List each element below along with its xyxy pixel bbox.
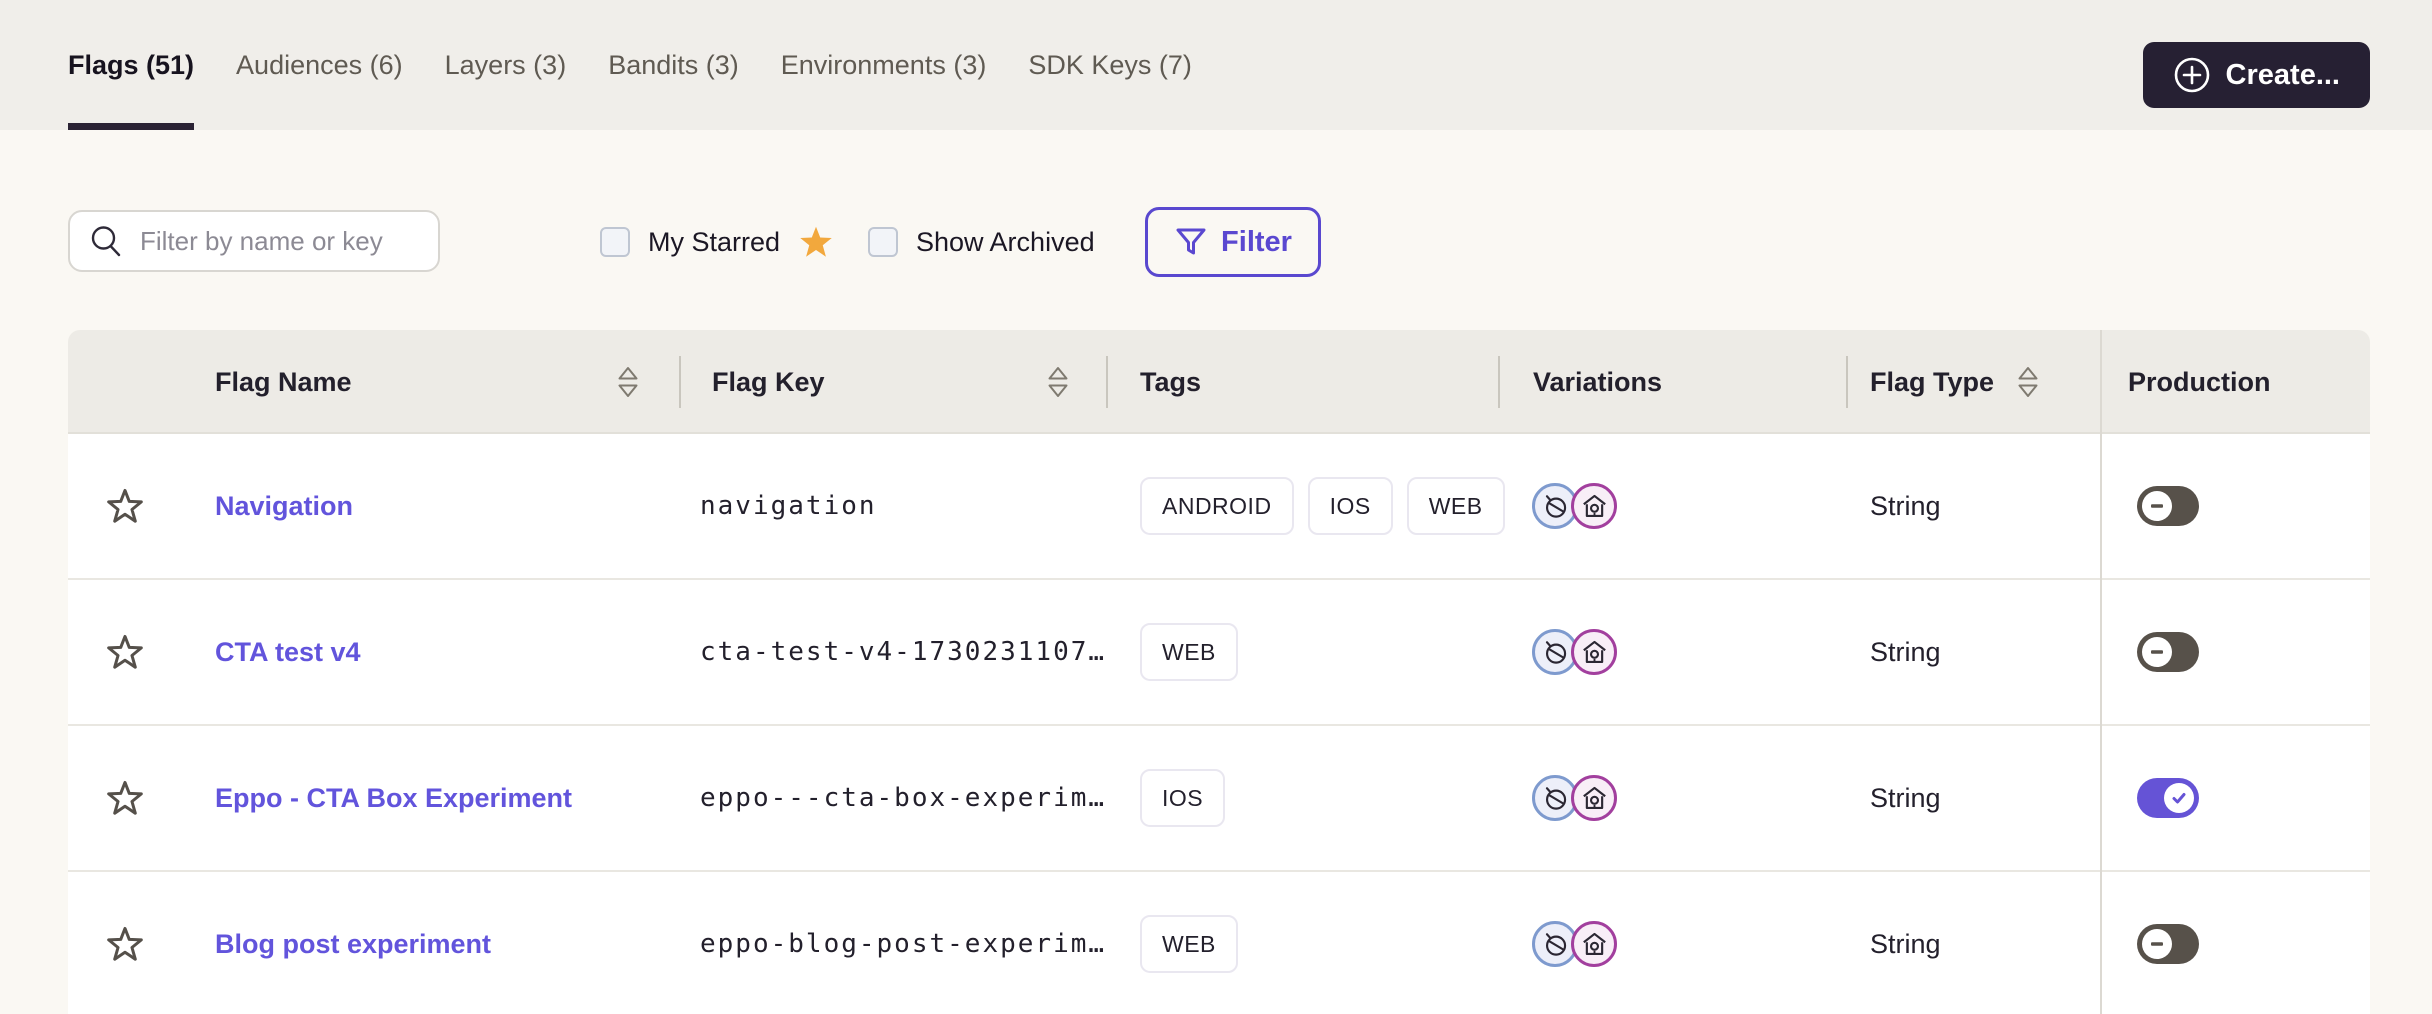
my-starred-label: My Starred xyxy=(648,227,780,258)
plus-circle-icon xyxy=(2173,56,2211,94)
flags-page: Flags (51) Audiences (6) Layers (3) Band… xyxy=(0,0,2432,1014)
table-row[interactable]: Eppo - CTA Box Experiment eppo---cta-box… xyxy=(68,726,2370,872)
show-archived-label: Show Archived xyxy=(916,227,1095,258)
production-toggle[interactable] xyxy=(2137,632,2199,672)
tab-bandits[interactable]: Bandits (3) xyxy=(608,0,739,130)
flag-type: String xyxy=(1870,491,1941,522)
filter-button[interactable]: Filter xyxy=(1145,207,1321,277)
sort-icon-flag-key[interactable] xyxy=(1046,365,1070,399)
sort-icon-flag-name[interactable] xyxy=(616,365,640,399)
column-header-tags: Tags xyxy=(1140,330,1201,434)
search-box xyxy=(68,210,440,272)
tag-chip: ANDROID xyxy=(1140,477,1294,535)
toggle-knob xyxy=(2142,491,2172,521)
create-button[interactable]: Create... xyxy=(2143,42,2370,108)
flag-name-link[interactable]: Eppo - CTA Box Experiment xyxy=(215,783,572,814)
column-header-production: Production xyxy=(2128,330,2271,434)
star-toggle[interactable] xyxy=(106,580,144,724)
flag-type: String xyxy=(1870,783,1941,814)
column-header-flag-key: Flag Key xyxy=(712,330,825,434)
flag-key: cta-test-v4-1730231107… xyxy=(700,637,1106,667)
tag-chip: WEB xyxy=(1407,477,1505,535)
variation-badges xyxy=(1532,629,1617,675)
tab-layers[interactable]: Layers (3) xyxy=(445,0,567,130)
birdhouse-variation-icon xyxy=(1571,629,1617,675)
flag-type: String xyxy=(1870,929,1941,960)
sort-icon-flag-type[interactable] xyxy=(2016,365,2040,399)
header-divider xyxy=(1498,356,1500,408)
star-toggle[interactable] xyxy=(106,434,144,578)
variation-badges xyxy=(1532,921,1617,967)
column-header-variations: Variations xyxy=(1533,330,1662,434)
my-starred-filter[interactable]: My Starred xyxy=(600,222,834,262)
tag-chip: WEB xyxy=(1140,915,1238,973)
flag-key: eppo-blog-post-experim… xyxy=(700,929,1106,959)
toggle-knob xyxy=(2142,637,2172,667)
show-archived-checkbox[interactable] xyxy=(868,227,898,257)
table-row[interactable]: Navigation navigation ANDROID IOS WEB xyxy=(68,434,2370,580)
variation-badges xyxy=(1532,483,1617,529)
search-icon xyxy=(88,223,124,259)
flag-name-link[interactable]: Navigation xyxy=(215,491,353,522)
filter-button-label: Filter xyxy=(1221,226,1292,259)
column-header-flag-name: Flag Name xyxy=(215,330,352,434)
star-toggle[interactable] xyxy=(106,726,144,870)
table-row[interactable]: Blog post experiment eppo-blog-post-expe… xyxy=(68,872,2370,1014)
funnel-icon xyxy=(1174,225,1208,259)
flag-name-link[interactable]: Blog post experiment xyxy=(215,929,491,960)
my-starred-checkbox[interactable] xyxy=(600,227,630,257)
birdhouse-variation-icon xyxy=(1571,483,1617,529)
header-divider xyxy=(1106,356,1108,408)
toggle-knob xyxy=(2142,929,2172,959)
flag-type: String xyxy=(1870,637,1941,668)
table-row[interactable]: CTA test v4 cta-test-v4-1730231107… WEB xyxy=(68,580,2370,726)
star-toggle[interactable] xyxy=(106,872,144,1014)
tab-bar: Flags (51) Audiences (6) Layers (3) Band… xyxy=(0,0,2432,130)
birdhouse-variation-icon xyxy=(1571,921,1617,967)
show-archived-filter[interactable]: Show Archived xyxy=(868,222,1095,262)
tab-flags[interactable]: Flags (51) xyxy=(68,0,194,130)
production-toggle[interactable] xyxy=(2137,924,2199,964)
search-input[interactable] xyxy=(138,225,412,258)
tab-audiences[interactable]: Audiences (6) xyxy=(236,0,403,130)
column-header-flag-type: Flag Type xyxy=(1870,330,1994,434)
tag-chip: WEB xyxy=(1140,623,1238,681)
toggle-knob xyxy=(2164,783,2194,813)
tab-sdk-keys[interactable]: SDK Keys (7) xyxy=(1028,0,1192,130)
gold-star-icon xyxy=(798,224,834,260)
production-column-divider xyxy=(2100,330,2102,1014)
flags-table: Flag Name Flag Key Tags Variations F xyxy=(68,330,2370,1014)
header-divider xyxy=(1846,356,1848,408)
flag-name-link[interactable]: CTA test v4 xyxy=(215,637,361,668)
production-toggle[interactable] xyxy=(2137,778,2199,818)
header-divider xyxy=(679,356,681,408)
tab-environments[interactable]: Environments (3) xyxy=(781,0,987,130)
create-button-label: Create... xyxy=(2226,59,2340,92)
flag-key: navigation xyxy=(700,491,877,521)
variation-badges xyxy=(1532,775,1617,821)
tag-chip: IOS xyxy=(1140,769,1225,827)
table-header: Flag Name Flag Key Tags Variations F xyxy=(68,330,2370,434)
birdhouse-variation-icon xyxy=(1571,775,1617,821)
production-toggle[interactable] xyxy=(2137,486,2199,526)
flag-key: eppo---cta-box-experim… xyxy=(700,783,1106,813)
tag-chip: IOS xyxy=(1308,477,1393,535)
